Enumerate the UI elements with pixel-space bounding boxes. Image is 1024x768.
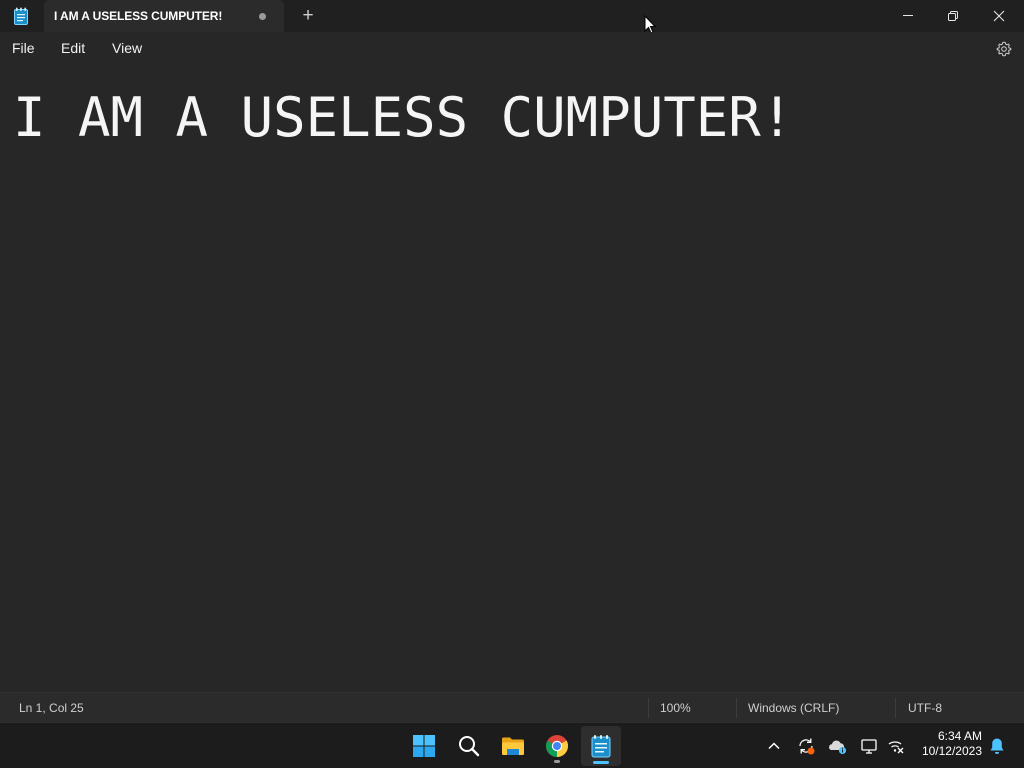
display-tray-button[interactable] — [860, 736, 880, 756]
status-divider — [648, 698, 649, 718]
file-explorer-icon — [502, 737, 524, 755]
sync-icon — [799, 738, 815, 755]
close-button[interactable] — [976, 0, 1022, 32]
restore-button[interactable] — [930, 0, 976, 32]
close-icon — [993, 10, 1005, 22]
start-icon — [413, 735, 435, 757]
cursor-position: Ln 1, Col 25 — [19, 701, 84, 715]
new-tab-button[interactable]: + — [298, 6, 318, 26]
taskbar: 6:34 AM 10/12/2023 — [0, 722, 1024, 768]
gear-icon — [996, 41, 1012, 57]
clock-date: 10/12/2023 — [921, 744, 982, 758]
status-divider — [895, 698, 896, 718]
running-indicator — [554, 760, 560, 763]
status-bar: Ln 1, Col 25 100% Windows (CRLF) UTF-8 — [0, 692, 1024, 722]
chevron-up-icon — [768, 742, 780, 750]
notepad-app-icon — [13, 7, 29, 25]
menu-view[interactable]: View — [112, 40, 142, 56]
encoding[interactable]: UTF-8 — [908, 701, 942, 715]
minimize-icon — [903, 15, 913, 16]
notifications-button[interactable] — [989, 737, 1005, 760]
chrome-button[interactable] — [537, 726, 577, 766]
display-icon — [861, 739, 877, 754]
settings-button[interactable] — [996, 41, 1012, 57]
network-tray-button[interactable] — [886, 736, 906, 756]
onedrive-tray-button[interactable] — [828, 736, 848, 756]
start-button[interactable] — [404, 726, 444, 766]
sync-tray-button[interactable] — [796, 736, 816, 756]
search-button[interactable] — [449, 726, 489, 766]
clock-time: 6:34 AM — [937, 729, 982, 743]
line-ending[interactable]: Windows (CRLF) — [748, 701, 839, 715]
restore-icon — [948, 11, 958, 21]
minimize-button[interactable] — [885, 0, 931, 32]
editor-content[interactable]: I AM A USELESS CUMPUTER! — [13, 86, 793, 149]
show-hidden-icons-button[interactable] — [764, 736, 784, 756]
menu-bar: File Edit View — [0, 32, 1024, 66]
zoom-level[interactable]: 100% — [660, 701, 691, 715]
chrome-icon — [546, 735, 568, 757]
text-editor[interactable]: I AM A USELESS CUMPUTER! — [0, 66, 1024, 692]
onedrive-icon — [829, 740, 847, 755]
notepad-taskbar-button[interactable] — [581, 726, 621, 766]
network-off-icon — [888, 741, 904, 754]
active-indicator — [593, 761, 609, 764]
menu-file[interactable]: File — [12, 40, 35, 56]
notepad-icon — [591, 735, 611, 758]
unsaved-dot-icon[interactable] — [259, 13, 266, 20]
status-divider — [736, 698, 737, 718]
bell-icon — [990, 738, 1004, 754]
tab-title: I AM A USELESS CUMPUTER! — [54, 9, 223, 23]
document-tab[interactable]: I AM A USELESS CUMPUTER! — [44, 0, 284, 32]
system-clock[interactable]: 6:34 AM 10/12/2023 — [922, 729, 982, 759]
search-icon — [459, 736, 480, 757]
title-bar: I AM A USELESS CUMPUTER! + — [0, 0, 1024, 34]
file-explorer-button[interactable] — [493, 726, 533, 766]
menu-edit[interactable]: Edit — [61, 40, 85, 56]
